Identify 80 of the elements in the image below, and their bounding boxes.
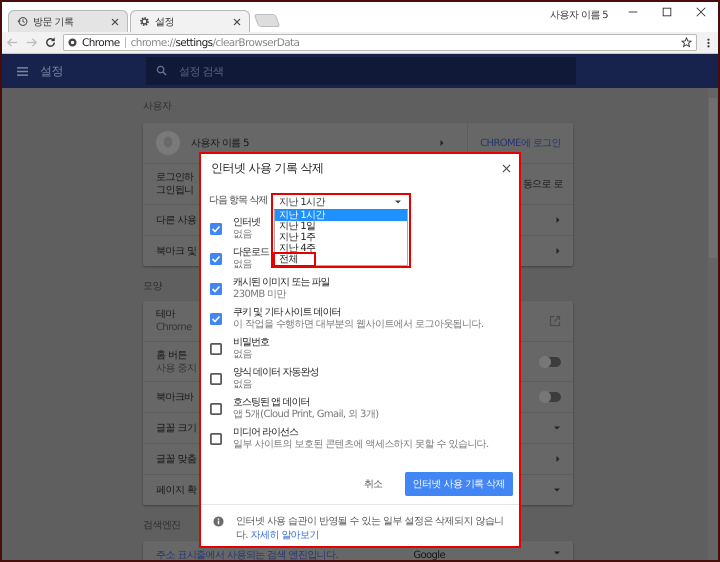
delete-button[interactable]: 인터넷 사용 기록 삭제 <box>404 472 513 496</box>
item-detail: 230MB 미만 <box>233 289 288 301</box>
toggle-switch[interactable] <box>541 392 561 402</box>
arrow-icon[interactable] <box>555 455 561 463</box>
search-icon <box>156 65 167 76</box>
item-label: 인터넷 <box>233 217 260 229</box>
caret-icon[interactable] <box>553 487 561 493</box>
history-icon <box>17 16 28 27</box>
search-field[interactable]: 설정 검색 <box>146 57 576 85</box>
checkbox[interactable] <box>210 343 222 355</box>
row-label[interactable]: 다른 사용 <box>156 214 196 226</box>
row-label[interactable]: 글꼴 맞춤 <box>156 452 196 466</box>
item-detail: 앱 5개(Cloud Print, Gmail, 외 3개) <box>233 409 379 421</box>
item-detail: 없음 <box>233 259 253 271</box>
item-label: 미디어 라이선스 <box>233 427 300 439</box>
reload-icon[interactable] <box>44 36 57 49</box>
caret-icon <box>394 199 402 205</box>
row-label[interactable]: 글꼴 크기 <box>156 422 196 434</box>
tab[interactable]: 방문 기록 <box>8 10 128 32</box>
item-label: 비밀번호 <box>233 337 269 349</box>
tab[interactable]: 설정 <box>130 10 250 32</box>
row-text: 동으로 로 <box>522 178 563 191</box>
checkbox[interactable] <box>210 253 222 265</box>
item-detail: 없음 <box>233 349 253 361</box>
close-icon[interactable] <box>502 164 511 172</box>
checkbox[interactable] <box>210 373 222 385</box>
close-tab-icon[interactable] <box>233 18 241 26</box>
url-text: chrome://settings/clearBrowserData <box>130 36 300 48</box>
gear-icon <box>139 16 150 27</box>
page-title: 설정 <box>40 62 64 80</box>
close-tab-icon[interactable] <box>111 18 119 26</box>
engine-value: Google <box>413 550 445 560</box>
row-label[interactable]: 북마크바 <box>156 390 194 404</box>
checkbox[interactable] <box>210 433 222 445</box>
item-label: 캐시된 이미지 또는 파일 <box>233 277 330 289</box>
dropdown-option[interactable]: 지난 4주 <box>275 243 407 254</box>
scrollbar[interactable] <box>708 88 718 560</box>
item-detail: 일부 사이트의 보호된 콘텐츠에 액세스하지 못할 수 있습니다. <box>233 439 489 451</box>
arrow-icon[interactable] <box>555 216 561 224</box>
cancel-button[interactable]: 취소 <box>352 472 395 496</box>
row-text: 그인됩니 <box>156 184 194 197</box>
learn-more-link[interactable]: 자세히 알아보기 <box>250 530 319 541</box>
row-label[interactable]: 북마크 및 <box>156 244 196 258</box>
dialog-title: 인터넷 사용 기록 삭제 <box>211 160 324 176</box>
item-label: 다운로드 <box>233 247 269 259</box>
checkbox[interactable] <box>210 223 222 235</box>
row-label[interactable]: 페이지 확 <box>156 484 196 496</box>
caret-icon[interactable] <box>553 425 561 431</box>
range-label: 다음 항목 삭제 <box>209 194 268 207</box>
bookmark-star-icon[interactable] <box>681 37 692 48</box>
checkbox[interactable] <box>210 403 222 415</box>
row-label[interactable]: 테마 <box>156 308 192 321</box>
profile-name: 사용자 이름 5 <box>191 137 249 150</box>
arrow-icon[interactable] <box>439 139 446 147</box>
row-label: 주소 표시줄에서 사용되는 검색 엔진입니다. <box>156 550 338 560</box>
dropdown-option[interactable]: 전체 <box>275 254 314 265</box>
checkbox[interactable] <box>210 283 222 295</box>
dropdown-option[interactable]: 지난 1시간 <box>275 210 407 221</box>
profile-name[interactable]: 사용자 이름 5 <box>550 8 608 22</box>
menu-icon[interactable] <box>706 36 711 48</box>
item-label: 호스팅된 앱 데이터 <box>233 397 310 409</box>
row-text: 로그인하 <box>156 171 194 184</box>
footer-note: 인터넷 사용 습관이 반영될 수 있는 일부 설정은 삭제되지 않습니다. 자세히 알아보기 <box>236 515 505 543</box>
row-label[interactable]: 홈 버튼 <box>156 348 196 362</box>
caret-icon[interactable] <box>553 550 561 556</box>
new-tab-button[interactable] <box>254 14 280 27</box>
site-icon <box>68 38 77 47</box>
address-field[interactable]: Chrome chrome://settings/clearBrowserData <box>63 34 697 51</box>
dropdown-option[interactable]: 지난 1주 <box>275 232 407 243</box>
item-detail: 없음 <box>233 379 253 391</box>
toggle-switch[interactable] <box>541 356 561 366</box>
item-label: 양식 데이터 자동완성 <box>233 367 318 379</box>
dropdown-option[interactable]: 지난 1일 <box>275 221 407 232</box>
item-detail: 이 작업을 수행하면 대부분의 웹사이트에서 로그아웃됩니다. <box>233 319 484 331</box>
item-detail: 없음 <box>233 229 253 241</box>
site-label: Chrome <box>82 36 120 48</box>
checkbox[interactable] <box>210 313 222 325</box>
arrow-icon[interactable] <box>555 247 561 255</box>
info-icon <box>213 516 224 527</box>
item-label: 쿠키 및 기타 사이트 데이터 <box>233 307 342 319</box>
